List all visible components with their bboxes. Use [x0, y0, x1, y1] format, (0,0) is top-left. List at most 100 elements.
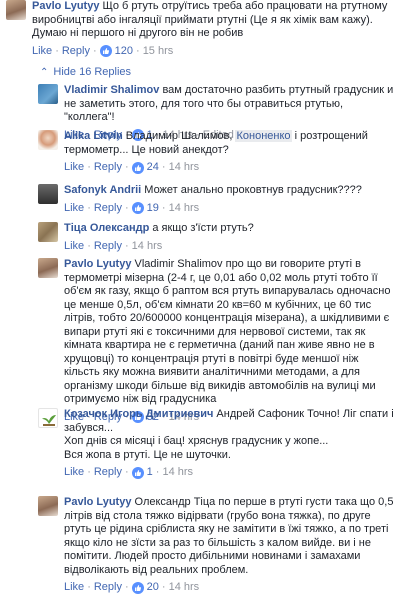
- separator-dot: ·: [161, 201, 166, 214]
- comment-actions: Like · Reply · 19 · 14 hrs: [64, 202, 394, 215]
- comment-text: Alika Litvin Владимир Шалимов, Кононенко…: [64, 130, 394, 157]
- separator-dot: ·: [136, 44, 140, 57]
- comment-text: Козачок Игорь Дмитриевич Андрей Сафоник …: [64, 408, 394, 435]
- like-count: 19: [146, 201, 159, 214]
- like-count: 24: [146, 161, 159, 173]
- timestamp[interactable]: 14 hrs: [162, 466, 193, 479]
- reaction-count[interactable]: 24: [131, 161, 159, 174]
- reply-button[interactable]: Reply: [62, 45, 90, 58]
- timestamp[interactable]: 14 hrs: [132, 240, 163, 253]
- comment-message: про що ви говорите ртуті в термометрі мі…: [64, 258, 391, 405]
- comment-author[interactable]: Alika Litvin: [64, 130, 123, 142]
- comment-message: а якщо з'їсти ртуть?: [152, 222, 254, 234]
- separator-dot: ·: [87, 201, 91, 214]
- avatar[interactable]: [38, 408, 58, 428]
- separator-dot: ·: [161, 161, 166, 173]
- comment-author[interactable]: Тіца Олександр: [64, 222, 149, 234]
- comment-message: Может анально проковтнув градусник????: [144, 184, 362, 196]
- like-count: 120: [114, 44, 134, 57]
- timestamp[interactable]: 14 hrs: [169, 202, 200, 215]
- comment-message: Владимир Шалимов,: [125, 130, 233, 142]
- mention-link[interactable]: Олександр Тіца: [135, 496, 216, 508]
- comment-actions: Like · Reply · 24 · 14 hrs: [64, 161, 394, 174]
- avatar[interactable]: [38, 84, 58, 104]
- thumbs-up-icon: [99, 45, 112, 57]
- reply-comment: Safonyk Andrii Может анально проковтнув …: [38, 184, 394, 215]
- reply-button[interactable]: Reply: [94, 466, 122, 479]
- timestamp[interactable]: 15 hrs: [143, 45, 174, 58]
- reaction-count[interactable]: 19: [131, 201, 159, 215]
- comment-text: Pavlo Lyutyy Vladimir Shalimov про що ви…: [64, 258, 394, 407]
- mention-link[interactable]: Андрей Сафоник: [216, 408, 304, 420]
- separator-dot: ·: [87, 239, 91, 252]
- avatar[interactable]: [38, 222, 58, 242]
- like-button[interactable]: Like: [64, 161, 84, 174]
- separator-dot: ·: [124, 239, 129, 252]
- comment-author[interactable]: Safonyk Andrii: [64, 184, 141, 196]
- comment-thread: Pavlo Lyutyy Що б ртуть отруїтись треба …: [0, 0, 400, 600]
- avatar[interactable]: [6, 0, 26, 20]
- reply-comment: Тіца Олександр а якщо з'їсти ртуть? Like…: [38, 222, 394, 253]
- mention-link[interactable]: Vladimir Shalimov: [135, 258, 223, 270]
- comment-message-line: Хоп днів ся місяці і бац! хряснув градус…: [64, 435, 329, 447]
- reply-button[interactable]: Reply: [94, 161, 122, 174]
- reply-button[interactable]: Reply: [94, 240, 122, 253]
- separator-dot: ·: [155, 466, 160, 478]
- avatar[interactable]: [38, 496, 58, 516]
- separator-dot: ·: [87, 161, 91, 173]
- reply-comment: Pavlo Lyutyy Vladimir Shalimov про що ви…: [38, 258, 394, 424]
- avatar[interactable]: [38, 130, 58, 150]
- hide-replies-link[interactable]: ⌃ Hide 16 Replies: [40, 66, 131, 78]
- plant-logo-icon: [42, 415, 56, 426]
- collapse-arrow-icon: ⌃: [40, 66, 49, 78]
- like-button[interactable]: Like: [64, 466, 84, 479]
- timestamp[interactable]: 14 hrs: [169, 161, 200, 174]
- comment-text: Pavlo Lyutyy Олександр Тіца по перше в р…: [64, 496, 394, 577]
- reply-comment: Pavlo Lyutyy Олександр Тіца по перше в р…: [38, 496, 394, 594]
- thumbs-up-icon: [131, 161, 144, 174]
- timestamp[interactable]: 14 hrs: [169, 581, 200, 594]
- thumbs-up-icon: [131, 202, 144, 214]
- like-button[interactable]: Like: [64, 240, 84, 253]
- like-button[interactable]: Like: [32, 45, 52, 58]
- separator-dot: ·: [87, 581, 91, 593]
- comment-author[interactable]: Pavlo Lyutyy: [64, 496, 131, 508]
- like-button[interactable]: Like: [64, 581, 84, 594]
- hide-replies-label: Hide 16 Replies: [53, 66, 132, 78]
- comment-actions: Like · Reply · 120 · 15 hrs: [32, 45, 394, 58]
- comment-text: Pavlo Lyutyy Що б ртуть отруїтись треба …: [32, 0, 394, 41]
- separator-dot: ·: [124, 466, 129, 478]
- reply-comment: Козачок Игорь Дмитриевич Андрей Сафоник …: [38, 408, 394, 479]
- comment-actions: Like · Reply · 14 hrs: [64, 240, 394, 253]
- comment-author[interactable]: Vladimir Shalimov: [64, 84, 159, 96]
- separator-dot: ·: [55, 44, 59, 57]
- reply-button[interactable]: Reply: [94, 581, 122, 594]
- comment-text: Safonyk Andrii Может анально проковтнув …: [64, 184, 394, 198]
- tagged-user[interactable]: Кононенко: [235, 130, 292, 142]
- reaction-count[interactable]: 1: [131, 466, 153, 479]
- comment-author[interactable]: Козачок Игорь Дмитриевич: [64, 408, 213, 420]
- comment-actions: Like · Reply · 1 · 14 hrs: [64, 466, 394, 479]
- comment-text: Vladimir Shalimov вам достаточно разбить…: [64, 84, 394, 125]
- separator-dot: ·: [161, 581, 166, 593]
- like-button[interactable]: Like: [64, 202, 84, 215]
- separator-dot: ·: [124, 161, 129, 173]
- reaction-count[interactable]: 120: [99, 44, 134, 58]
- reply-comment: Alika Litvin Владимир Шалимов, Кононенко…: [38, 130, 394, 174]
- separator-dot: ·: [87, 466, 91, 478]
- comment: Pavlo Lyutyy Що б ртуть отруїтись треба …: [6, 0, 394, 58]
- avatar[interactable]: [38, 258, 58, 278]
- comment-actions: Like · Reply · 20 · 14 hrs: [64, 581, 394, 594]
- comment-text: Тіца Олександр а якщо з'їсти ртуть?: [64, 222, 394, 236]
- separator-dot: ·: [92, 44, 97, 57]
- separator-dot: ·: [124, 201, 129, 214]
- comment-author[interactable]: Pavlo Lyutyy: [32, 0, 99, 12]
- like-count: 20: [146, 581, 159, 593]
- comment-author[interactable]: Pavlo Lyutyy: [64, 258, 131, 270]
- separator-dot: ·: [124, 581, 129, 593]
- thumbs-up-icon: [131, 581, 144, 594]
- reaction-count[interactable]: 20: [131, 581, 159, 594]
- comment-message-line: Вся жопа в ртуті. Це не шуточки.: [64, 448, 231, 461]
- reply-button[interactable]: Reply: [94, 202, 122, 215]
- avatar[interactable]: [38, 184, 58, 204]
